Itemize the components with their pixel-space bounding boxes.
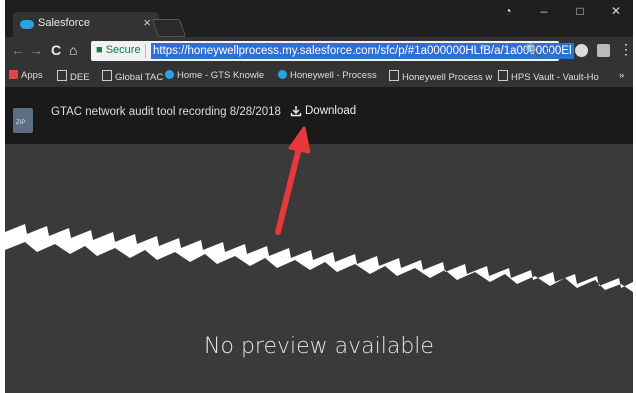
file-header: ZIP GTAC network audit tool recording 8/… (5, 87, 633, 144)
tab-close-icon[interactable]: × (143, 15, 151, 30)
home-icon[interactable]: ⌂ (69, 42, 77, 58)
lock-icon: ■ (96, 44, 103, 56)
zoom-star-icons[interactable]: 🔍 ☆ (525, 43, 554, 57)
minimize-button[interactable]: – (531, 4, 557, 18)
new-tab-button[interactable] (151, 19, 187, 37)
bookmark-apps[interactable]: Apps (9, 70, 43, 81)
bookmarks-overflow[interactable]: » (619, 70, 624, 81)
title-bar: Salesforce × ◔ – □ ✕ (5, 0, 633, 37)
reload-icon[interactable]: C (51, 42, 61, 58)
bookmark-honeywell-process[interactable]: Honeywell - Process (278, 70, 377, 81)
page-icon (102, 70, 112, 81)
extension-icon[interactable] (575, 44, 588, 57)
bookmarks-bar: Apps DEE Global TAC Home - GTS Knowle Ho… (5, 65, 633, 87)
user-profile-icon[interactable]: ◔ (495, 4, 521, 18)
bookmark-global-tac[interactable]: Global TAC (102, 70, 163, 83)
url-text[interactable]: https://honeywellprocess.my.salesforce.c… (151, 43, 574, 59)
maximize-button[interactable]: □ (567, 4, 593, 18)
salesforce-icon (20, 20, 34, 29)
no-preview-message: No preview available (204, 334, 434, 359)
bookmark-dee[interactable]: DEE (57, 70, 90, 83)
page-icon (498, 70, 508, 81)
page-icon (57, 70, 67, 81)
address-bar[interactable]: ■ Secure https://honeywellprocess.my.sal… (91, 41, 574, 61)
browser-tab[interactable]: Salesforce × (13, 12, 159, 37)
bookmark-hps-vault[interactable]: HPS Vault - Vault-Ho (498, 70, 599, 83)
zip-file-icon: ZIP (13, 108, 33, 133)
download-icon (290, 106, 302, 117)
address-divider (145, 44, 146, 58)
forward-icon[interactable]: → (29, 42, 43, 58)
salesforce-icon (278, 70, 287, 79)
menu-icon[interactable]: ⋮ (619, 41, 633, 58)
secure-label: ■ Secure (96, 44, 141, 56)
extension-icon-2[interactable] (597, 44, 610, 57)
tab-title: Salesforce (38, 17, 90, 29)
bookmark-honeywell-process-w[interactable]: Honeywell Process w (389, 70, 492, 83)
page-icon (389, 70, 399, 81)
torn-page-break (5, 224, 633, 292)
browser-window: Salesforce × ◔ – □ ✕ ← → C ⌂ ■ Secure ht… (5, 0, 633, 393)
close-window-button[interactable]: ✕ (603, 4, 629, 18)
bookmark-gts-knowledge[interactable]: Home - GTS Knowle (165, 70, 264, 81)
toolbar: ← → C ⌂ ■ Secure https://honeywellproces… (5, 37, 633, 65)
download-button[interactable]: Download (290, 105, 356, 117)
back-icon[interactable]: ← (11, 42, 25, 58)
file-name: GTAC network audit tool recording 8/28/2… (51, 106, 281, 118)
salesforce-icon (165, 70, 174, 79)
apps-icon (9, 70, 18, 79)
